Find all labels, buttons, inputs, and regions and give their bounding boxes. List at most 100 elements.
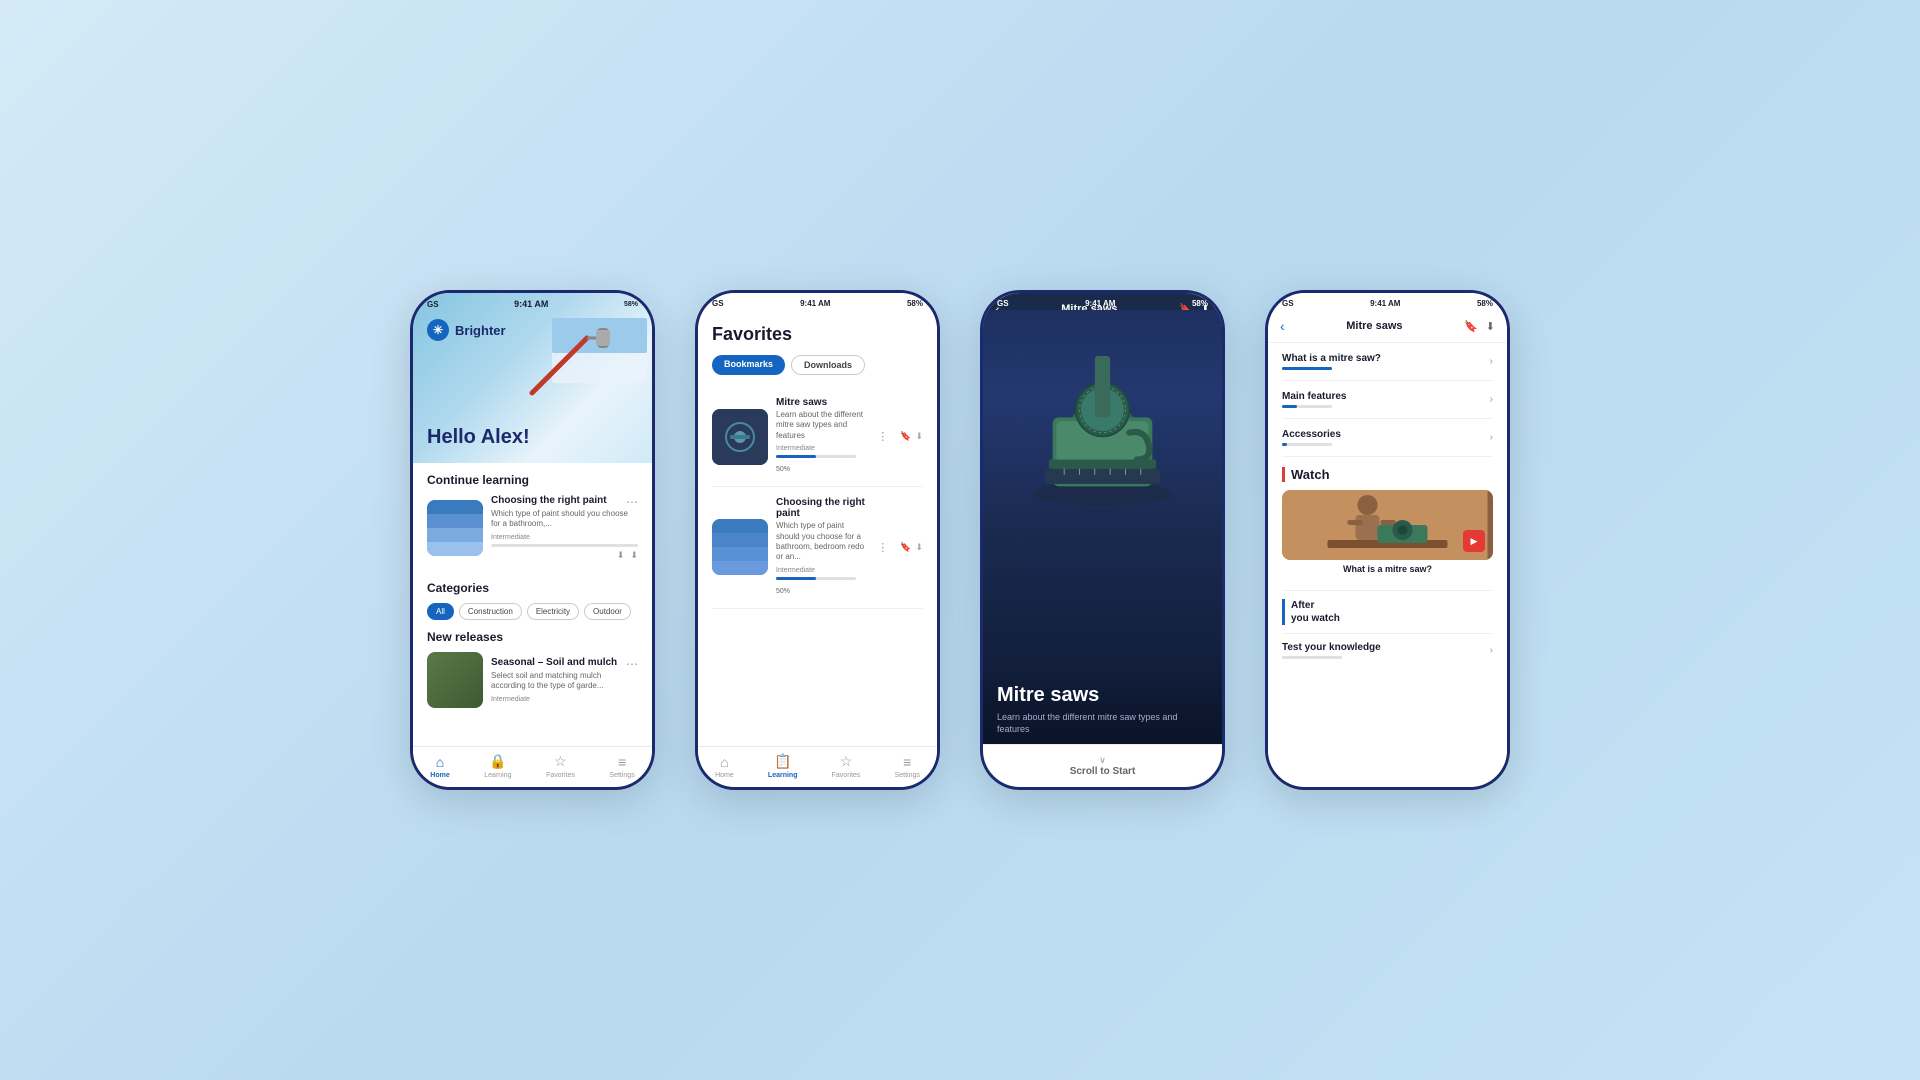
toc-item-what-is[interactable]: What is a mitre saw? › <box>1282 343 1493 381</box>
nav2-favorites-label: Favorites <box>832 772 861 779</box>
toc-chevron-3: › <box>1490 432 1493 443</box>
continue-learning-title: Continue learning <box>427 473 638 487</box>
nav2-learning-icon: 📋 <box>774 753 791 770</box>
toc-bookmark-icon[interactable]: 🔖 <box>1464 320 1478 333</box>
nav-learning[interactable]: 🔒 Learning <box>484 753 511 779</box>
continue-item-title: Choosing the right paint <box>491 495 607 507</box>
time-2: 9:41 AM <box>800 299 830 308</box>
bookmark-icon[interactable]: ⬇ <box>617 550 625 561</box>
cat-outdoor[interactable]: Outdoor <box>584 603 631 620</box>
fav-paint-info: Choosing the right paint Which type of p… <box>776 497 869 598</box>
nr-info: Seasonal – Soil and mulch ⋯ Select soil … <box>491 657 638 703</box>
mitre-more-icon[interactable]: ⋮ <box>877 430 888 443</box>
toc-chevron-2: › <box>1490 394 1493 405</box>
brand-name: Brighter <box>455 323 506 338</box>
download-icon[interactable]: ⬇ <box>630 550 638 561</box>
fav-paint-thumb <box>712 519 768 575</box>
toc-download-icon[interactable]: ⬇ <box>1486 320 1495 333</box>
test-knowledge-chevron: › <box>1490 645 1493 656</box>
cat-electricity[interactable]: Electricity <box>527 603 579 620</box>
status-signal: GS <box>427 300 439 309</box>
nr-level: Intermediate <box>491 696 638 703</box>
nav2-settings-label: Settings <box>895 772 920 779</box>
continue-item-desc: Which type of paint should you choose fo… <box>491 509 638 530</box>
battery-3: 58% <box>1192 299 1208 308</box>
continue-level: Intermediate <box>491 534 638 541</box>
toc-item-what-is-fill <box>1282 367 1332 370</box>
carrier-label: GS <box>427 300 439 309</box>
status-bar-4: GS 9:41 AM 58% <box>1268 293 1507 310</box>
after-watch-label: Afteryou watch <box>1282 599 1493 625</box>
phone-toc: GS 9:41 AM 58% ‹ Mitre saws 🔖 ⬇ What is … <box>1265 290 1510 790</box>
scroll-label: Scroll to Start <box>993 766 1212 777</box>
new-releases-card[interactable]: Seasonal – Soil and mulch ⋯ Select soil … <box>427 652 638 708</box>
fav-mitre-dl-icon[interactable]: ⬇ <box>915 431 923 442</box>
nav2-learning-label: Learning <box>768 772 798 779</box>
home-hero: GS 9:41 AM 58% ✳ Brighter <box>413 293 652 463</box>
test-knowledge-title: Test your knowledge <box>1282 642 1381 653</box>
continue-info: Choosing the right paint ⋯ Which type of… <box>491 495 638 561</box>
toc-item-main-features-title: Main features <box>1282 391 1490 402</box>
fav-paint-title: Choosing the right paint <box>776 497 869 519</box>
toc-back-btn[interactable]: ‹ <box>1280 318 1285 334</box>
greeting-text: Hello Alex! <box>427 426 530 449</box>
test-knowledge-section[interactable]: Test your knowledge › <box>1282 633 1493 667</box>
fav-mitre-bookmark-icon[interactable]: 🔖 <box>900 431 911 442</box>
fav-mitre-info: Mitre saws Learn about the different mit… <box>776 397 869 476</box>
watch-person-img <box>1282 490 1493 560</box>
fav-paint-progress-bar <box>776 577 856 580</box>
nav2-settings[interactable]: ≡ Settings <box>895 754 920 779</box>
status-time: 9:41 AM <box>514 299 548 309</box>
fav-paint-dl-icon[interactable]: ⬇ <box>915 542 923 553</box>
battery-4: 58% <box>1477 299 1493 308</box>
tab-bookmarks[interactable]: Bookmarks <box>712 355 785 375</box>
toc-item-accessories-title: Accessories <box>1282 429 1490 440</box>
tab-downloads[interactable]: Downloads <box>791 355 865 375</box>
watch-video-title: What is a mitre saw? <box>1282 564 1493 574</box>
nav2-learning[interactable]: 📋 Learning <box>768 753 798 779</box>
favorites-icon: ☆ <box>554 753 567 770</box>
watch-section: Watch <box>1282 457 1493 590</box>
cat-construction[interactable]: Construction <box>459 603 522 620</box>
categories-row: All Construction Electricity Outdoor <box>427 603 638 620</box>
toc-item-what-is-info: What is a mitre saw? <box>1282 353 1490 370</box>
status-bar-2: GS 9:41 AM 58% <box>698 293 937 310</box>
status-battery: 58% <box>624 301 638 308</box>
fav-item-paint[interactable]: Choosing the right paint Which type of p… <box>712 487 923 609</box>
toc-nav: ‹ Mitre saws 🔖 ⬇ <box>1268 310 1507 343</box>
fav-paint-pct: 50% <box>776 588 790 595</box>
fav-mitre-thumb <box>712 409 768 465</box>
nav-home[interactable]: ⌂ Home <box>430 754 449 779</box>
toc-item-accessories-progress-bar <box>1282 443 1332 446</box>
watch-thumb[interactable]: ▶ <box>1282 490 1493 560</box>
after-watch-section: Afteryou watch <box>1282 590 1493 633</box>
cat-all[interactable]: All <box>427 603 454 620</box>
nav2-favorites[interactable]: ☆ Favorites <box>832 753 861 779</box>
play-button[interactable]: ▶ <box>1463 530 1485 552</box>
bottom-nav-1: ⌂ Home 🔒 Learning ☆ Favorites ≡ Settings <box>413 746 652 787</box>
nav-favorites[interactable]: ☆ Favorites <box>546 753 575 779</box>
more-options-btn[interactable]: ⋯ <box>626 495 638 509</box>
scroll-indicator[interactable]: ∨ Scroll to Start <box>983 744 1222 787</box>
paint-more-icon[interactable]: ⋮ <box>877 541 888 554</box>
continue-card[interactable]: Choosing the right paint ⋯ Which type of… <box>427 495 638 571</box>
nr-more-btn[interactable]: ⋯ <box>626 657 638 671</box>
phone-detail: GS 9:41 AM 58% ‹ Mitre saws 🔖 ⬇ <box>980 290 1225 790</box>
phone-home: GS 9:41 AM 58% ✳ Brighter <box>410 290 655 790</box>
carrier-2: GS <box>712 299 724 308</box>
nav-settings[interactable]: ≡ Settings <box>609 754 634 779</box>
toc-item-accessories[interactable]: Accessories › <box>1282 419 1493 457</box>
fav-paint-bookmark-icon[interactable]: 🔖 <box>900 542 911 553</box>
nav2-home[interactable]: ⌂ Home <box>715 754 734 779</box>
toc-item-main-features[interactable]: Main features › <box>1282 381 1493 419</box>
fav-item-mitre[interactable]: Mitre saws Learn about the different mit… <box>712 387 923 487</box>
toc-item-what-is-title: What is a mitre saw? <box>1282 353 1490 364</box>
time-4: 9:41 AM <box>1370 299 1400 308</box>
home-body: Continue learning Choosing the right pai… <box>413 463 652 746</box>
settings-icon: ≡ <box>618 754 626 770</box>
toc-body: What is a mitre saw? › Main features <box>1268 343 1507 787</box>
test-progress-bg <box>1282 656 1342 659</box>
carrier-4: GS <box>1282 299 1294 308</box>
fav-mitre-progress-fill <box>776 455 816 458</box>
detail-main-title: Mitre saws <box>997 684 1208 707</box>
